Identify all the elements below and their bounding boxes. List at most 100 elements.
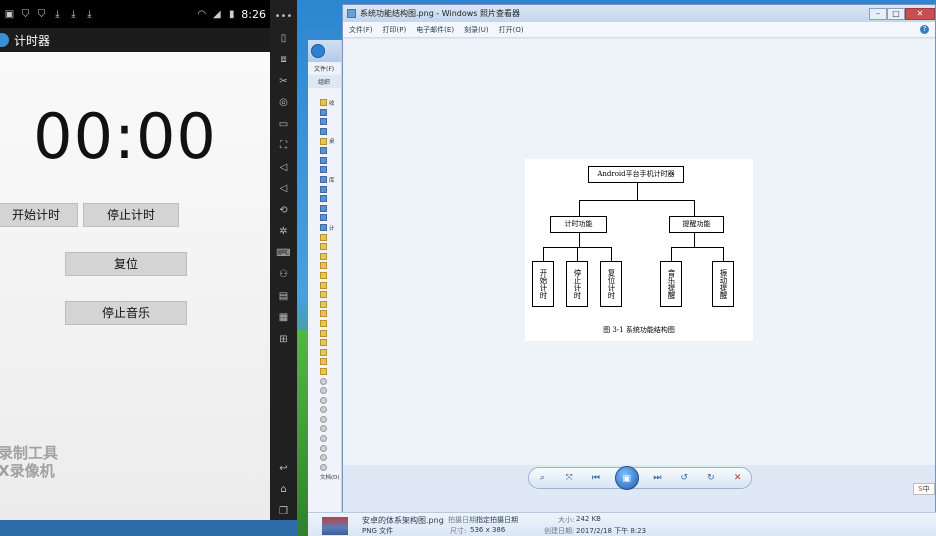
volume-up-icon[interactable]: ◁	[270, 157, 297, 179]
file-thumbnail[interactable]	[322, 517, 348, 535]
tree-item[interactable]	[320, 434, 340, 444]
tree-item[interactable]	[320, 165, 340, 175]
actual-size-icon[interactable]: ⤧	[561, 473, 577, 483]
stop-timer-button[interactable]: 停止计时	[83, 203, 179, 227]
minimize-button[interactable]: –	[869, 7, 887, 20]
tree-item[interactable]	[320, 232, 340, 242]
bag-icon[interactable]: ▦	[270, 307, 297, 329]
shake-icon[interactable]: ✲	[270, 221, 297, 243]
close-button[interactable]: ✕	[905, 7, 935, 20]
tree-item[interactable]	[320, 108, 340, 118]
rotate-icon[interactable]: ⟲	[270, 200, 297, 222]
stop-music-button[interactable]: 停止音乐	[65, 301, 187, 325]
home-icon[interactable]: ⌂	[270, 479, 297, 501]
tree-item[interactable]: 计	[320, 223, 340, 233]
tree-item[interactable]	[320, 213, 340, 223]
rotate-left-icon[interactable]: ↺	[676, 473, 692, 483]
tree-item[interactable]: 桌	[320, 136, 340, 146]
tree-item[interactable]	[320, 453, 340, 463]
tree-item[interactable]	[320, 271, 340, 281]
tree-item[interactable]: 库	[320, 175, 340, 185]
tree-item[interactable]	[320, 338, 340, 348]
tree-item[interactable]	[320, 261, 340, 271]
viewer-controls: ⌕ ⤧ ⏮ ▣ ⏭ ↺ ↻ ✕	[528, 466, 752, 490]
tree-item[interactable]	[320, 156, 340, 166]
folder-icon	[320, 204, 327, 212]
tree-item[interactable]	[320, 194, 340, 204]
tree-item[interactable]	[320, 367, 340, 377]
drive-icon	[320, 377, 327, 385]
connector-line	[723, 247, 724, 261]
reset-button[interactable]: 复位	[65, 252, 187, 276]
screenshot-icon[interactable]: ⧈	[270, 49, 297, 71]
status-time: 8:26	[241, 7, 266, 21]
tree-item[interactable]	[320, 347, 340, 357]
monitor-icon[interactable]: ▭	[270, 114, 297, 136]
next-icon[interactable]: ⏭	[649, 473, 665, 483]
tree-item[interactable]	[320, 242, 340, 252]
tree-item[interactable]	[320, 376, 340, 386]
scissors-icon[interactable]: ✂	[270, 71, 297, 93]
tree-item[interactable]	[320, 386, 340, 396]
menu-file[interactable]: 文件(F)	[349, 25, 373, 35]
phone-icon[interactable]: ▯	[270, 28, 297, 50]
explorer-organize[interactable]: 组织	[308, 75, 341, 88]
emulator-toolbar: ••• ▯ ⧈ ✂ ◎ ▭ ⛶ ◁ ◁ ⟲ ✲ ⌨ ⚇ ▤ ▦ ⊞ ↩ ⌂ ❐	[270, 0, 297, 524]
folder-icon	[320, 281, 327, 289]
menu-open[interactable]: 打开(O)	[499, 25, 524, 35]
drive-icon	[320, 425, 327, 433]
add-icon[interactable]: ⊞	[270, 329, 297, 351]
detail-date-taken-value[interactable]: 指定拍摄日期	[476, 515, 518, 525]
tree-item[interactable]	[320, 280, 340, 290]
tree-item[interactable]	[320, 146, 340, 156]
tree-item[interactable]	[320, 357, 340, 367]
help-icon[interactable]: ?	[920, 25, 929, 34]
detail-size-value: 242 KB	[576, 515, 601, 523]
app-screen: 00:00 开始计时 停止计时 复位 停止音乐 录制工具 X录像机	[0, 52, 270, 524]
menu-print[interactable]: 打印(P)	[383, 25, 407, 35]
tree-item[interactable]	[320, 252, 340, 262]
tree-item[interactable]	[320, 463, 340, 473]
keyboard-icon[interactable]: ⌨	[270, 243, 297, 265]
diagram-root-node: Android平台手机计时器	[588, 166, 684, 183]
tree-item[interactable]: 文档(D)	[320, 472, 340, 482]
slideshow-icon[interactable]: ▣	[614, 466, 639, 490]
tree-item[interactable]	[320, 424, 340, 434]
fullscreen-icon[interactable]: ⛶	[270, 135, 297, 157]
ime-badge[interactable]: S中	[913, 483, 935, 495]
tree-item[interactable]	[320, 290, 340, 300]
photo-viewer-icon	[347, 9, 356, 18]
connector-line	[577, 247, 578, 261]
explorer-menu-file[interactable]: 文件(F)	[308, 62, 341, 75]
start-timer-button[interactable]: 开始计时	[0, 203, 78, 227]
tree-item[interactable]	[320, 309, 340, 319]
more-icon[interactable]: •••	[270, 6, 297, 28]
back-icon[interactable]: ↩	[270, 458, 297, 480]
battery-icon: ▮	[229, 8, 235, 20]
tree-item[interactable]	[320, 443, 340, 453]
tree-item[interactable]	[320, 319, 340, 329]
tree-item[interactable]: 收	[320, 98, 340, 108]
menu-burn[interactable]: 刻录(U)	[464, 25, 489, 35]
previous-icon[interactable]: ⏮	[588, 473, 604, 483]
zoom-icon[interactable]: ⌕	[534, 473, 550, 483]
folder-icon[interactable]: ▤	[270, 286, 297, 308]
rotate-right-icon[interactable]: ↻	[703, 473, 719, 483]
tree-item[interactable]	[320, 415, 340, 425]
delete-icon[interactable]: ✕	[730, 473, 746, 483]
tree-item[interactable]	[320, 204, 340, 214]
tree-item[interactable]	[320, 405, 340, 415]
maximize-button[interactable]: □	[887, 7, 905, 20]
tree-item[interactable]	[320, 328, 340, 338]
back-nav-icon[interactable]	[311, 44, 325, 58]
volume-down-icon[interactable]: ◁	[270, 178, 297, 200]
tree-item[interactable]	[320, 299, 340, 309]
menu-email[interactable]: 电子邮件(E)	[416, 25, 454, 35]
recent-apps-icon[interactable]: ❐	[270, 501, 297, 523]
tree-item[interactable]	[320, 184, 340, 194]
tree-item[interactable]	[320, 117, 340, 127]
tree-item[interactable]	[320, 127, 340, 137]
tree-item[interactable]	[320, 395, 340, 405]
gamepad-icon[interactable]: ⚇	[270, 264, 297, 286]
location-icon[interactable]: ◎	[270, 92, 297, 114]
